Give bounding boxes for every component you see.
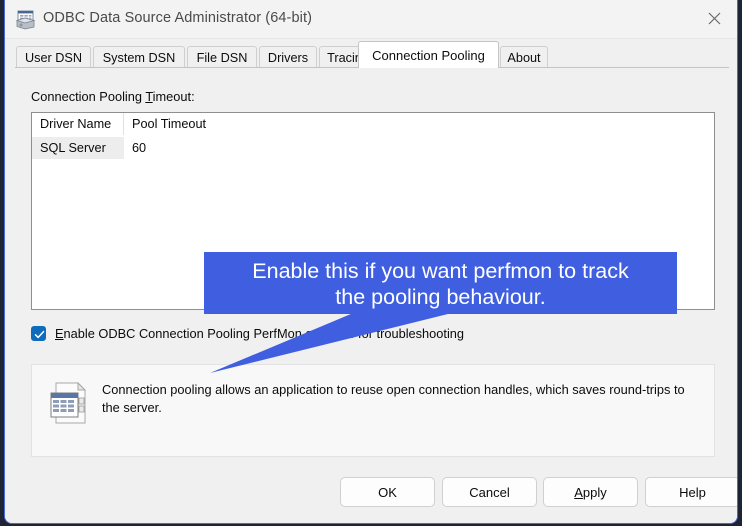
tab-drivers[interactable]: Drivers [259,46,317,68]
connection-pooling-timeout-label: Connection Pooling Timeout: [31,89,195,104]
help-button[interactable]: Help [645,477,737,507]
column-header-driver-name[interactable]: Driver Name [32,113,124,135]
cell-pool-timeout[interactable]: 60 [124,137,264,159]
document-table-icon [47,380,91,426]
ok-button[interactable]: OK [340,477,435,507]
tab-file-dsn[interactable]: File DSN [187,46,257,68]
tab-label: Connection Pooling [372,47,485,63]
info-panel-text: Connection pooling allows an application… [102,382,685,415]
dialog-footer: OK Cancel Apply Help [5,469,737,523]
apply-button[interactable]: Apply [543,477,638,507]
tab-label: Drivers [267,50,309,65]
connection-pooling-page: Connection Pooling Timeout: Driver Name … [5,68,737,472]
column-header-pool-timeout[interactable]: Pool Timeout [124,113,264,135]
tab-connection-pooling[interactable]: Connection Pooling [358,41,499,68]
label-accel: T [145,89,153,104]
table-row[interactable]: SQL Server 60 [32,137,714,159]
tab-label: About [507,50,541,65]
cancel-button[interactable]: Cancel [442,477,537,507]
tab-system-dsn[interactable]: System DSN [93,46,185,68]
button-label: pply [582,484,607,500]
annotation-text: Enable this if you want perfmon to track… [204,258,677,310]
window-title: ODBC Data Source Administrator (64-bit) [43,10,313,26]
tab-strip: User DSN System DSN File DSN Drivers Tra… [5,38,737,68]
button-label: OK [378,484,397,500]
listview-header: Driver Name Pool Timeout [32,113,714,137]
annotation-line-2: the pooling behaviour. [335,285,546,309]
label-accel: E [55,326,64,341]
close-icon[interactable] [691,0,737,37]
button-label: Cancel [469,484,510,500]
label-part: Connection Pooling [31,89,146,104]
cell-driver-name[interactable]: SQL Server [32,137,124,159]
annotation-line-1: Enable this if you want perfmon to track [252,259,629,283]
button-accel: A [574,484,583,500]
tab-label: User DSN [24,50,83,65]
button-label: Help [679,484,706,500]
title-bar: ODBC Data Source Administrator (64-bit) [5,0,737,39]
annotation-callout: Enable this if you want perfmon to track… [204,252,677,314]
tab-about[interactable]: About [500,46,548,68]
tab-label: File DSN [196,50,248,65]
tab-user-dsn[interactable]: User DSN [16,46,91,68]
odbc-admin-window: ODBC Data Source Administrator (64-bit) … [4,0,738,524]
label-part: imeout: [152,89,195,104]
odbc-admin-icon [15,9,36,30]
annotation-callout-tail [210,311,460,373]
perfmon-checkbox[interactable] [31,326,46,341]
tab-label: System DSN [102,50,176,65]
screen: ODBC Data Source Administrator (64-bit) … [0,0,742,526]
